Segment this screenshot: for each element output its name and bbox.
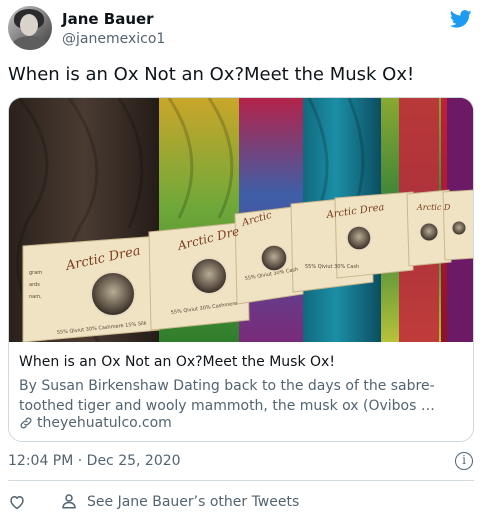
see-other-tweets-link[interactable]: See Jane Bauer’s other Tweets xyxy=(87,494,299,510)
avatar[interactable] xyxy=(8,6,52,50)
twitter-bird-icon[interactable] xyxy=(448,8,474,30)
divider xyxy=(8,480,474,481)
svg-text:ards: ards xyxy=(29,282,40,288)
heart-icon[interactable] xyxy=(8,493,26,511)
author-name[interactable]: Jane Bauer xyxy=(62,10,154,28)
author-handle[interactable]: @janemexico1 xyxy=(62,31,165,47)
card-image-yarn-skeins: Arctic Drea Arctic Dre Arctic Arctic Dre… xyxy=(9,98,473,342)
link-card[interactable]: Arctic Drea Arctic Dre Arctic Arctic Dre… xyxy=(8,97,474,442)
card-title[interactable]: When is an Ox Not an Ox?Meet the Musk Ox… xyxy=(19,354,465,370)
avatar-body xyxy=(12,36,48,50)
avatar-face xyxy=(20,14,38,36)
info-icon[interactable]: i xyxy=(455,452,473,470)
svg-text:55% Qiviut 30% Cash: 55% Qiviut 30% Cash xyxy=(305,264,359,270)
card-description: By Susan Birkenshaw Dating back to the d… xyxy=(19,378,435,414)
card-domain-text[interactable]: theyehuatulco.com xyxy=(37,415,172,431)
tweet-text: When is an Ox Not an Ox?Meet the Musk Ox… xyxy=(8,64,415,85)
svg-text:gram: gram xyxy=(29,270,42,276)
link-icon xyxy=(20,417,32,429)
svg-text:Arctic D: Arctic D xyxy=(416,203,451,212)
person-icon xyxy=(62,494,76,509)
card-domain[interactable]: theyehuatulco.com xyxy=(19,415,172,431)
svg-text:nam,: nam, xyxy=(29,294,42,300)
tweet-timestamp[interactable]: 12:04 PM · Dec 25, 2020 xyxy=(8,453,181,469)
